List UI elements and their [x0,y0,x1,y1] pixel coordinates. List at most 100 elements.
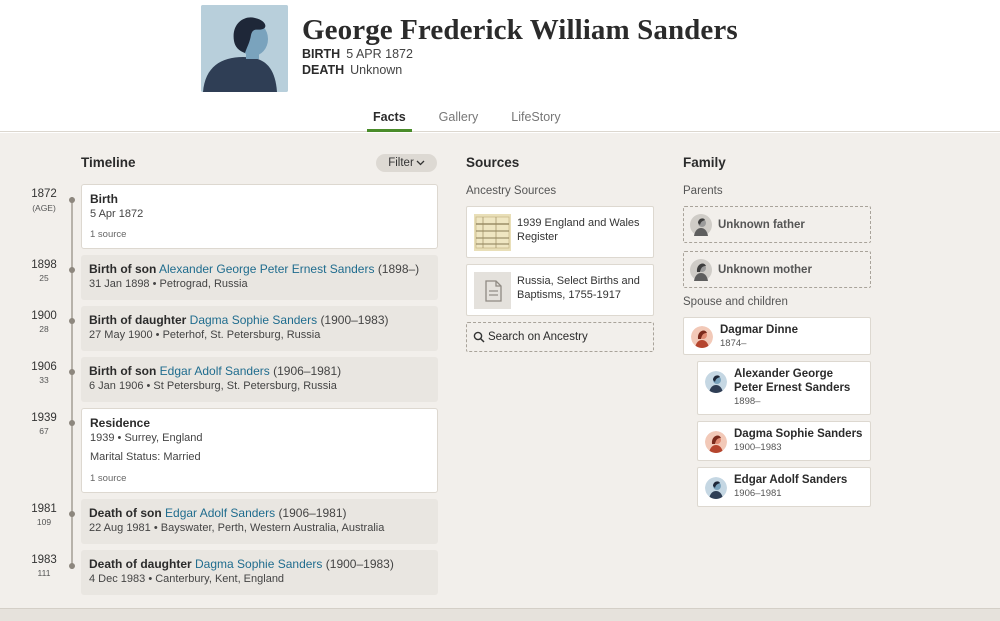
child-card[interactable]: Dagma Sophie Sanders 1900–1983 [697,421,871,461]
event-person-link[interactable]: Dagma Sophie Sanders [190,313,317,327]
female-avatar-icon [691,326,713,348]
timeline-age: 109 [36,517,52,527]
timeline-event-residence[interactable]: Residence 1939 • Surrey, England Marital… [81,408,438,493]
male-avatar-icon [705,371,727,393]
male-avatar-icon [705,477,727,499]
event-person-years: (1906–1981) [273,364,342,378]
timeline-dot [69,197,75,203]
male-avatar-icon [690,213,712,236]
page-footer-edge [0,608,1000,621]
source-card[interactable]: Russia, Select Births and Baptisms, 1755… [466,264,654,316]
event-title: Birth of son [89,364,157,378]
timeline-dot [69,420,75,426]
filter-button[interactable]: Filter [376,154,437,172]
tab-facts[interactable]: Facts [367,110,412,132]
event-source-count[interactable]: 1 source [90,473,429,484]
event-person-link[interactable]: Edgar Adolf Sanders [165,506,275,520]
birth-label: BIRTH [302,47,341,61]
event-date: 5 Apr 1872 [90,208,144,220]
event-person-years: (1906–1981) [278,506,347,520]
timeline-title: Timeline [81,155,136,170]
event-place: Petrograd, Russia [159,278,248,290]
search-on-ancestry-label: Search on Ancestry [488,331,588,343]
event-place: St Petersburg, St. Petersburg, Russia [153,380,337,392]
spouse-card[interactable]: Dagmar Dinne 1874– [683,317,871,355]
timeline-event-birth-of-son[interactable]: Birth of son Alexander George Peter Erne… [81,255,438,300]
timeline-year: 1872 [31,188,57,200]
source-title[interactable]: 1939 England and Wales Register [517,216,649,244]
child-dates: 1900–1983 [734,442,782,453]
timeline-event-birth-of-daughter[interactable]: Birth of daughter Dagma Sophie Sanders (… [81,306,438,351]
female-avatar-icon [690,258,712,281]
document-icon [474,272,511,309]
unknown-father-card[interactable]: Unknown father [683,206,871,243]
filter-label: Filter [388,157,414,169]
timeline-year: 1939 [31,412,57,424]
profile-header: George Frederick William Sanders BIRTH 5 … [0,0,1000,132]
person-silhouette-icon[interactable] [201,5,288,92]
timeline-year: 1983 [31,554,57,566]
timeline-dot [69,267,75,273]
timeline-event-death-of-son[interactable]: Death of son Edgar Adolf Sanders (1906–1… [81,499,438,544]
event-person-years: (1898–) [377,262,420,276]
event-source-count[interactable]: 1 source [90,229,429,240]
search-on-ancestry-button[interactable]: Search on Ancestry [466,322,654,352]
timeline-event-death-of-daughter[interactable]: Death of daughter Dagma Sophie Sanders (… [81,550,438,595]
timeline-age: 67 [39,426,49,436]
event-date: 6 Jan 1906 [89,380,144,392]
family-title: Family [683,155,726,170]
timeline-year: 1900 [31,310,57,322]
event-date: 22 Aug 1981 [89,522,151,534]
timeline-dot [69,369,75,375]
event-title: Death of daughter [89,557,192,571]
event-person-link[interactable]: Dagma Sophie Sanders [195,557,322,571]
sources-title: Sources [466,155,520,170]
event-place: Surrey, England [124,432,203,444]
register-thumbnail [474,214,511,251]
chevron-down-icon [416,160,425,166]
timeline-event-birth[interactable]: Birth 5 Apr 1872 1 source [81,184,438,249]
death-label: DEATH [302,63,345,77]
timeline-year: 1906 [31,361,57,373]
event-note: Marital Status: Married [90,451,201,463]
tab-gallery[interactable]: Gallery [433,110,485,132]
spouse-and-children-label: Spouse and children [683,296,788,308]
birth-vital: BIRTH 5 APR 1872 [302,47,413,61]
child-dates: 1906–1981 [734,488,782,499]
event-title: Death of son [89,506,162,520]
birth-value: 5 APR 1872 [346,47,413,61]
death-vital: DEATH Unknown [302,63,402,77]
timeline-year: 1981 [31,503,57,515]
child-card[interactable]: Edgar Adolf Sanders 1906–1981 [697,467,871,507]
spouse-dates: 1874– [720,338,747,349]
person-name: George Frederick William Sanders [302,14,738,46]
timeline-dot [69,563,75,569]
timeline-age: (AGE) [32,203,56,213]
event-title: Birth of daughter [89,313,187,327]
event-place: Bayswater, Perth, Western Australia, Aus… [160,522,385,534]
event-place: Canterbury, Kent, England [155,573,285,585]
source-title[interactable]: Russia, Select Births and Baptisms, 1755… [517,274,649,302]
female-avatar-icon [705,431,727,453]
timeline-age: 111 [37,568,51,578]
timeline-age: 28 [39,324,49,334]
event-title: Birth [90,192,118,206]
ancestry-sources-label: Ancestry Sources [466,185,557,197]
event-person-link[interactable]: Alexander George Peter Ernest Sanders [159,262,374,276]
source-card[interactable]: 1939 England and Wales Register [466,206,654,258]
unknown-father-label: Unknown father [718,218,805,231]
event-date: 27 May 1900 [89,329,153,341]
event-person-link[interactable]: Edgar Adolf Sanders [160,364,270,378]
event-date: 4 Dec 1983 [89,573,146,585]
unknown-mother-label: Unknown mother [718,263,812,276]
tab-lifestory[interactable]: LifeStory [505,110,566,132]
timeline-event-birth-of-son[interactable]: Birth of son Edgar Adolf Sanders (1906–1… [81,357,438,402]
search-icon [473,331,485,343]
parents-label: Parents [683,185,723,197]
timeline-dot [69,511,75,517]
unknown-mother-card[interactable]: Unknown mother [683,251,871,288]
event-title: Residence [90,416,151,430]
event-title: Birth of son [89,262,157,276]
child-card[interactable]: Alexander George Peter Ernest Sanders 18… [697,361,871,415]
timeline-age: 33 [39,375,49,385]
